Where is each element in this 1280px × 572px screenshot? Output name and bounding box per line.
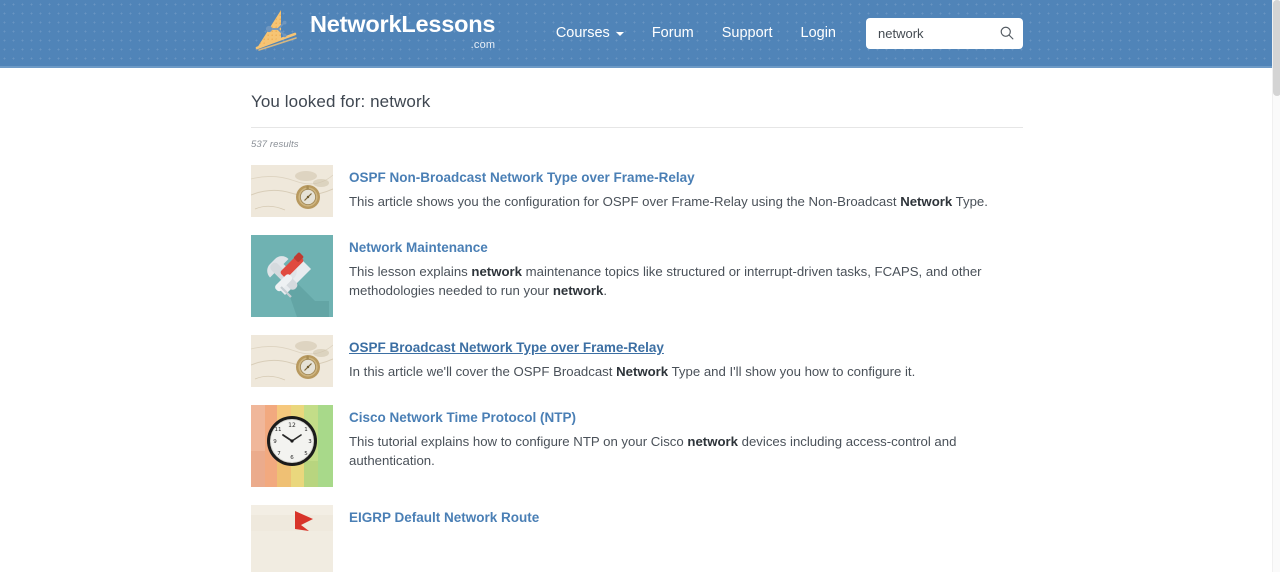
excerpt-text: In this article we'll cover the OSPF Bro… (349, 364, 617, 379)
search-result-title-link[interactable]: OSPF Broadcast Network Type over Frame-R… (349, 340, 664, 357)
search-result-item: OSPF Non-Broadcast Network Type over Fra… (251, 165, 1023, 217)
wall-clock-image[interactable]: 12 1 3 5 6 7 9 11 (251, 405, 333, 487)
search-result-item: EIGRP Default Network Route (251, 505, 1023, 572)
nav-item-support[interactable]: Support (708, 19, 787, 47)
search-result-item: OSPF Broadcast Network Type over Frame-R… (251, 335, 1023, 387)
search-result-item: Network Maintenance This lesson explains … (251, 235, 1023, 317)
networklessons-logo-icon (255, 10, 297, 51)
search-result-title-link[interactable]: Network Maintenance (349, 240, 488, 257)
excerpt-text: . (603, 283, 608, 299)
search-result-excerpt: In this article we'll cover the OSPF Bro… (349, 362, 1023, 381)
compass-on-map-image[interactable] (251, 165, 333, 217)
excerpt-highlight: Network (616, 364, 669, 379)
scrollbar-thumb[interactable] (1273, 0, 1280, 96)
nav-item-login[interactable]: Login (787, 19, 850, 47)
nav-item-courses[interactable]: Courses (542, 19, 638, 47)
wrench-screwdriver-image[interactable] (251, 235, 333, 317)
search-icon (1000, 26, 1014, 40)
search-result-excerpt: This lesson explains network maintenance… (349, 262, 1023, 300)
excerpt-text: Type and I'll show you how to configure … (668, 364, 916, 379)
search-result-title-link[interactable]: Cisco Network Time Protocol (NTP) (349, 410, 576, 427)
header-inner: NetworkLessons .com Courses Forum Suppor… (251, 0, 1023, 66)
page-scrollbar[interactable] (1272, 0, 1280, 572)
logo-text: NetworkLessons .com (310, 13, 495, 51)
search-result-body: OSPF Broadcast Network Type over Frame-R… (349, 335, 1023, 381)
site-logo[interactable]: NetworkLessons .com (251, 6, 495, 58)
logo-tld: .com (470, 38, 496, 51)
content-container: You looked for: network 537 results OSPF… (251, 92, 1023, 572)
excerpt-text: This tutorial explains how to configure … (349, 434, 688, 449)
search-box (866, 17, 1023, 49)
compass-on-map-image[interactable] (251, 335, 333, 387)
title-divider (251, 127, 1023, 128)
svg-text:5: 5 (304, 451, 308, 457)
svg-text:11: 11 (275, 427, 282, 433)
svg-text:7: 7 (277, 451, 281, 457)
search-result-item: 12 1 3 5 6 7 9 11 Cisco Network Time Protocol (N… (251, 405, 1023, 487)
excerpt-highlight: network (552, 283, 604, 299)
search-result-title-link[interactable]: EIGRP Default Network Route (349, 510, 539, 527)
search-result-body: EIGRP Default Network Route (349, 505, 1023, 527)
nav-item-forum[interactable]: Forum (638, 19, 708, 47)
excerpt-text: This lesson explains (349, 264, 472, 279)
search-result-body: Cisco Network Time Protocol (NTP) This tu… (349, 405, 1023, 470)
svg-text:6: 6 (290, 455, 294, 461)
excerpt-highlight: Network (900, 194, 953, 209)
excerpt-text: This article shows you the configuration… (349, 194, 901, 209)
search-result-excerpt: This tutorial explains how to configure … (349, 432, 1023, 470)
results-count: 537 results (251, 139, 299, 150)
search-submit-button[interactable] (998, 24, 1016, 42)
search-result-body: Network Maintenance This lesson explains … (349, 235, 1023, 300)
nav-item-label: Courses (555, 25, 610, 41)
page-title: You looked for: network (251, 92, 431, 111)
search-result-title-link[interactable]: OSPF Non-Broadcast Network Type over Fra… (349, 170, 695, 187)
search-result-body: OSPF Non-Broadcast Network Type over Fra… (349, 165, 1023, 211)
logo-wordmark: NetworkLessons (310, 11, 496, 38)
red-arrow-image[interactable] (251, 505, 333, 572)
svg-text:9: 9 (273, 439, 277, 445)
excerpt-text: Type. (952, 194, 988, 209)
search-results-list: OSPF Non-Broadcast Network Type over Fra… (251, 165, 1023, 572)
main-navigation: Courses Forum Support Login (542, 17, 1023, 49)
svg-text:12: 12 (288, 422, 296, 429)
chevron-down-icon (615, 32, 624, 36)
svg-text:3: 3 (308, 439, 312, 445)
search-result-excerpt: This article shows you the configuration… (349, 192, 1023, 211)
excerpt-highlight: network (471, 264, 522, 279)
excerpt-highlight: network (687, 434, 738, 449)
main-content: You looked for: network 537 results OSPF… (0, 68, 1272, 572)
site-header: NetworkLessons .com Courses Forum Suppor… (0, 0, 1272, 68)
svg-text:1: 1 (304, 427, 308, 433)
